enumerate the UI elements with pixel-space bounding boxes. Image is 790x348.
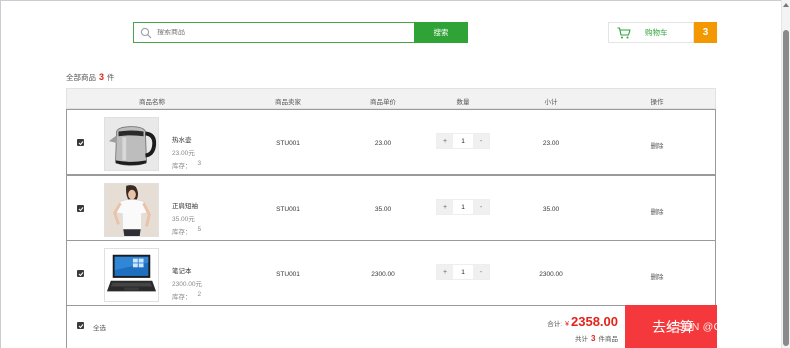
cart-icon: [617, 26, 631, 38]
watermark: CSDN @Coder-coco: [669, 321, 770, 333]
product-image-laptop[interactable]: [104, 248, 159, 302]
product-price: 2300.00元: [172, 281, 202, 288]
product-stock-value: 3: [197, 160, 202, 167]
product-stock: 库存： 3: [172, 160, 201, 170]
product-stock-value: 5: [197, 226, 202, 233]
product-price: 23.00元: [172, 150, 195, 157]
subtotal-cell: 23.00: [542, 140, 560, 147]
qty-increase-button[interactable]: +: [437, 200, 453, 214]
item-count: 共计 3 件商品: [575, 333, 618, 343]
search-button[interactable]: 搜索: [414, 22, 468, 43]
goods-summary: 全部商品 3 件: [66, 72, 115, 83]
total-label: 合计:: [547, 321, 563, 328]
scrollbar-thumb[interactable]: [783, 30, 789, 346]
product-name: 笔记本: [172, 268, 192, 275]
quantity-stepper: + 1 -: [436, 133, 490, 149]
qty-decrease-button[interactable]: -: [473, 265, 489, 279]
delete-link[interactable]: 删除: [651, 206, 664, 216]
cart-label: 购物车: [645, 28, 668, 37]
scroll-up-icon[interactable]: [783, 3, 789, 7]
quantity-stepper: + 1 -: [436, 199, 490, 215]
product-stock-value: 2: [197, 291, 202, 298]
delete-link[interactable]: 删除: [651, 140, 664, 150]
select-all-checkbox[interactable]: [77, 322, 84, 329]
search-icon: [140, 27, 152, 38]
cart-page: 搜索 购物车 3 全部商品 3 件 商品名称 商品卖家 商品单价 数量 小计 操…: [0, 0, 781, 348]
seller-cell: STU001: [276, 206, 300, 213]
select-all-label[interactable]: 全选: [93, 322, 106, 332]
currency-symbol: ¥: [565, 321, 569, 328]
qty-decrease-button[interactable]: -: [473, 200, 489, 214]
product-name: 热水壶: [172, 137, 192, 144]
item-count-value: 3: [591, 334, 596, 343]
total-value: 2358.00: [571, 314, 618, 329]
product-stock: 库存： 5: [172, 226, 201, 236]
unit-price-cell: 35.00: [374, 206, 392, 213]
product-stock: 库存： 2: [172, 291, 201, 301]
quantity-stepper: + 1 -: [436, 264, 490, 280]
row-checkbox[interactable]: [77, 205, 84, 212]
goods-summary-suffix: 件: [107, 73, 115, 82]
total-amount: 合计: ¥ 2358.00: [547, 314, 618, 329]
header-goods-name: 商品名称: [139, 99, 165, 106]
item-count-prefix: 共计: [575, 336, 589, 343]
unit-price-cell: 23.00: [374, 140, 392, 147]
table-row: 热水壶 23.00元 库存： 3 STU001 23.00 + 1 - 23.0…: [66, 109, 716, 175]
qty-decrease-button[interactable]: -: [473, 134, 489, 148]
cart-footer: 全选 合计: ¥ 2358.00 共计 3 件商品 去结算: [66, 305, 717, 348]
delete-link[interactable]: 删除: [651, 271, 664, 281]
item-count-suffix: 件商品: [598, 336, 619, 343]
header-quantity: 数量: [456, 99, 470, 106]
product-name: 正肩短袖: [172, 203, 198, 210]
table-row: 笔记本 2300.00元 库存： 2 STU001 2300.00 + 1 - …: [66, 240, 716, 306]
header-action: 操作: [650, 99, 664, 106]
product-image-tshirt[interactable]: [104, 183, 159, 237]
qty-value[interactable]: 1: [453, 265, 473, 279]
table-row: 正肩短袖 35.00元 库存： 5 STU001 35.00 + 1 - 35.…: [66, 175, 716, 241]
vertical-scrollbar[interactable]: [781, 0, 790, 348]
cart-button[interactable]: 购物车: [608, 22, 694, 43]
row-checkbox[interactable]: [77, 270, 84, 277]
qty-value[interactable]: 1: [453, 134, 473, 148]
goods-summary-count: 3: [99, 72, 105, 82]
cart-count-badge: 3: [694, 22, 717, 43]
qty-value[interactable]: 1: [453, 200, 473, 214]
header-unit-price: 商品单价: [370, 99, 396, 106]
cart-table: 商品名称 商品卖家 商品单价 数量 小计 操作 热水壶 23.00元 库存： 3…: [66, 88, 717, 348]
qty-increase-button[interactable]: +: [437, 134, 453, 148]
search-input[interactable]: [157, 29, 397, 36]
unit-price-cell: 2300.00: [371, 271, 395, 278]
row-checkbox[interactable]: [77, 139, 84, 146]
header-seller: 商品卖家: [275, 99, 301, 106]
subtotal-cell: 35.00: [542, 206, 560, 213]
search-bar[interactable]: [133, 22, 414, 43]
product-image-kettle[interactable]: [104, 117, 159, 171]
header-subtotal: 小计: [544, 99, 558, 106]
qty-increase-button[interactable]: +: [437, 265, 453, 279]
goods-summary-prefix: 全部商品: [66, 73, 96, 82]
seller-cell: STU001: [276, 271, 300, 278]
product-stock-label: 库存：: [172, 294, 192, 301]
seller-cell: STU001: [276, 140, 300, 147]
product-stock-label: 库存：: [172, 229, 192, 236]
product-price: 35.00元: [172, 216, 195, 223]
subtotal-cell: 2300.00: [539, 271, 563, 278]
product-stock-label: 库存：: [172, 163, 192, 170]
table-header: 商品名称 商品卖家 商品单价 数量 小计 操作: [66, 88, 716, 109]
